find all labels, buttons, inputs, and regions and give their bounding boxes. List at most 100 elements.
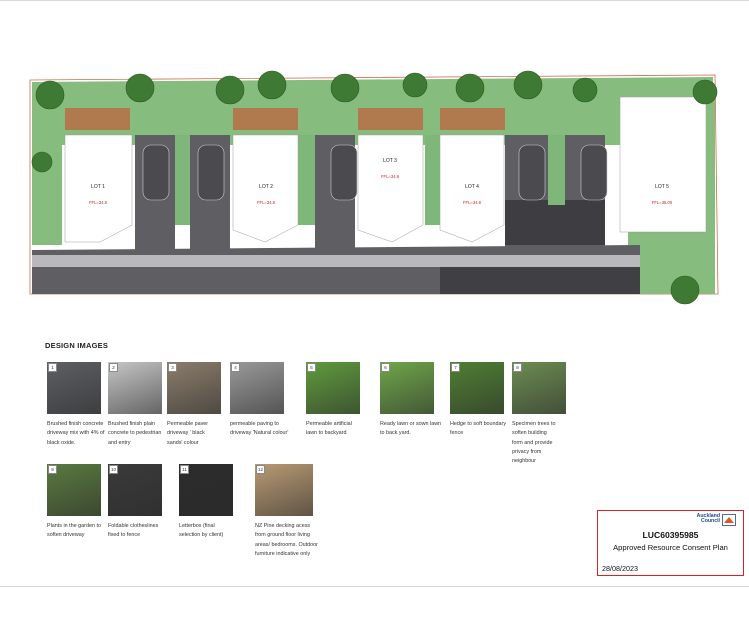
- lot-ffl-label: FFL=34.8: [89, 200, 108, 205]
- caption-line: sands' colour: [167, 439, 199, 446]
- caption-line: Foldable clotheslines: [108, 523, 159, 529]
- caption-line: and entry: [108, 439, 131, 446]
- design-image-caption: Hedge to soft boundary fence: [450, 420, 512, 439]
- design-image-number: 8: [513, 363, 522, 372]
- caption-line: Permeable paver: [167, 421, 209, 427]
- hedge-strip-3: [425, 135, 440, 225]
- lot-ffl-label: FFL=34.8: [257, 200, 276, 205]
- design-image-number: 7: [451, 363, 460, 372]
- caption-line: Letterbox (final: [179, 523, 215, 529]
- design-image-12: 12: [255, 464, 313, 516]
- caption-line: Specimen trees to: [512, 421, 556, 427]
- lot-label: LOT 3: [383, 158, 397, 164]
- lot-label: LOT 5: [655, 184, 669, 190]
- design-image-caption: Letterbox (final selection by client): [179, 522, 241, 541]
- design-image-1: 1: [47, 362, 101, 414]
- consent-date: 28/08/2023: [602, 564, 638, 573]
- design-image-number: 1: [48, 363, 57, 372]
- caption-line: areas/ bedrooms. Outdoor: [255, 541, 318, 548]
- design-image-caption: Brushed finish plain concrete to pedestri…: [108, 420, 170, 448]
- design-image-2: 2: [108, 362, 162, 414]
- caption-line: neighbour: [512, 458, 536, 465]
- consent-description: Approved Resource Consent Plan: [613, 543, 728, 552]
- lot5-building: [619, 96, 707, 233]
- caption-line: Ready lawn or sown lawn: [380, 421, 442, 427]
- council-name-line2: Council: [700, 518, 720, 525]
- driveway-pavers: [505, 200, 605, 245]
- caption-line: Brushed finish plain: [108, 421, 156, 427]
- lot-label: LOT 4: [465, 184, 479, 190]
- caption-line: concrete to pedestrian: [108, 430, 162, 437]
- design-image-caption: permeable paving to driveway 'Natural col…: [230, 420, 292, 439]
- design-image-caption: Plants in the garden to soften driveway: [47, 522, 109, 541]
- caption-line: privacy from: [512, 448, 542, 455]
- design-image-6: 6: [380, 362, 434, 414]
- lot-ffl-label: FFL=35.00: [652, 200, 673, 205]
- lot-ffl-label: FFL=34.8: [463, 200, 482, 205]
- design-image-9: 9: [47, 464, 101, 516]
- caption-line: soften driveway: [47, 532, 85, 539]
- design-image-caption: Permeable artificial lawn to backyard: [306, 420, 368, 439]
- lot-ffl-label: FFL=34.8: [381, 174, 400, 179]
- hedge-strip-2: [298, 135, 315, 225]
- deck-lot2: [233, 108, 298, 130]
- pedestrian-path: [32, 255, 642, 267]
- design-image-number: 12: [256, 465, 265, 474]
- design-image-caption: NZ Pine decking acess from ground floor l…: [255, 522, 321, 559]
- caption-line: form and provide: [512, 439, 553, 446]
- hedge-strip-1: [175, 135, 190, 225]
- consent-stamp: Auckland Council LUC60395985 Approved Re…: [597, 510, 744, 576]
- design-image-8: 8: [512, 362, 566, 414]
- top-rule: [0, 0, 749, 1]
- lot-label: LOT 1: [91, 184, 105, 190]
- design-image-caption: Foldable clotheslines fixed to fence: [108, 522, 170, 541]
- design-image-10: 10: [108, 464, 162, 516]
- site-plan: LOT 1 FFL=34.8 LOT 2 FFL=34.8 LOT 3 FFL=34.8 L…: [29, 70, 719, 305]
- council-name: Auckland Council: [684, 513, 720, 525]
- consent-code: LUC60395985: [642, 530, 699, 540]
- design-images-title: DESIGN IMAGES: [45, 341, 109, 350]
- permeable-paving: [440, 267, 640, 294]
- caption-line: furniture indicative only: [255, 550, 311, 557]
- design-image-3: 3: [167, 362, 221, 414]
- caption-line: from ground floor living: [255, 532, 310, 539]
- caption-line: Plants in the garden to: [47, 523, 101, 529]
- design-image-caption: Brushed finish concrete driveway mix with…: [47, 420, 109, 448]
- caption-line: driveway mix with 4% of: [47, 430, 105, 437]
- design-image-number: 4: [231, 363, 240, 372]
- lot3-building: [357, 134, 424, 243]
- caption-line: driveway 'Natural colour': [230, 430, 289, 437]
- caption-line: soften building: [512, 430, 547, 437]
- design-image-11: 11: [179, 464, 233, 516]
- design-image-number: 9: [48, 465, 57, 474]
- design-image-number: 5: [307, 363, 316, 372]
- lot-label: LOT 2: [259, 184, 273, 190]
- caption-line: Hedge to soft boundary: [450, 421, 507, 427]
- design-image-4: 4: [230, 362, 284, 414]
- caption-line: Permeable artificial: [306, 421, 352, 427]
- caption-line: selection by client): [179, 532, 224, 539]
- council-logo-icon: [722, 514, 736, 526]
- design-image-7: 7: [450, 362, 504, 414]
- caption-line: fixed to fence: [108, 532, 141, 539]
- caption-line: to back yard.: [380, 430, 411, 437]
- caption-line: permeable paving to: [230, 421, 279, 427]
- design-image-number: 10: [109, 465, 118, 474]
- design-image-caption: Ready lawn or sown lawn to back yard.: [380, 420, 442, 439]
- design-image-number: 3: [168, 363, 177, 372]
- design-image-5: 5: [306, 362, 360, 414]
- caption-line: NZ Pine decking acess: [255, 523, 311, 529]
- deck-lot1: [65, 108, 130, 130]
- design-image-number: 6: [381, 363, 390, 372]
- bottom-rule: [0, 586, 749, 587]
- caption-line: Brushed finish concrete: [47, 421, 104, 427]
- caption-line: fence: [450, 430, 464, 437]
- design-image-number: 11: [180, 465, 189, 474]
- deck-lot4: [440, 108, 505, 130]
- caption-line: driveway ' black: [167, 430, 205, 437]
- left-lawn: [32, 130, 62, 245]
- design-image-number: 2: [109, 363, 118, 372]
- caption-line: lawn to backyard: [306, 430, 347, 437]
- deck-lot3: [358, 108, 423, 130]
- design-image-caption: Permeable paver driveway ' black sands' co…: [167, 420, 229, 448]
